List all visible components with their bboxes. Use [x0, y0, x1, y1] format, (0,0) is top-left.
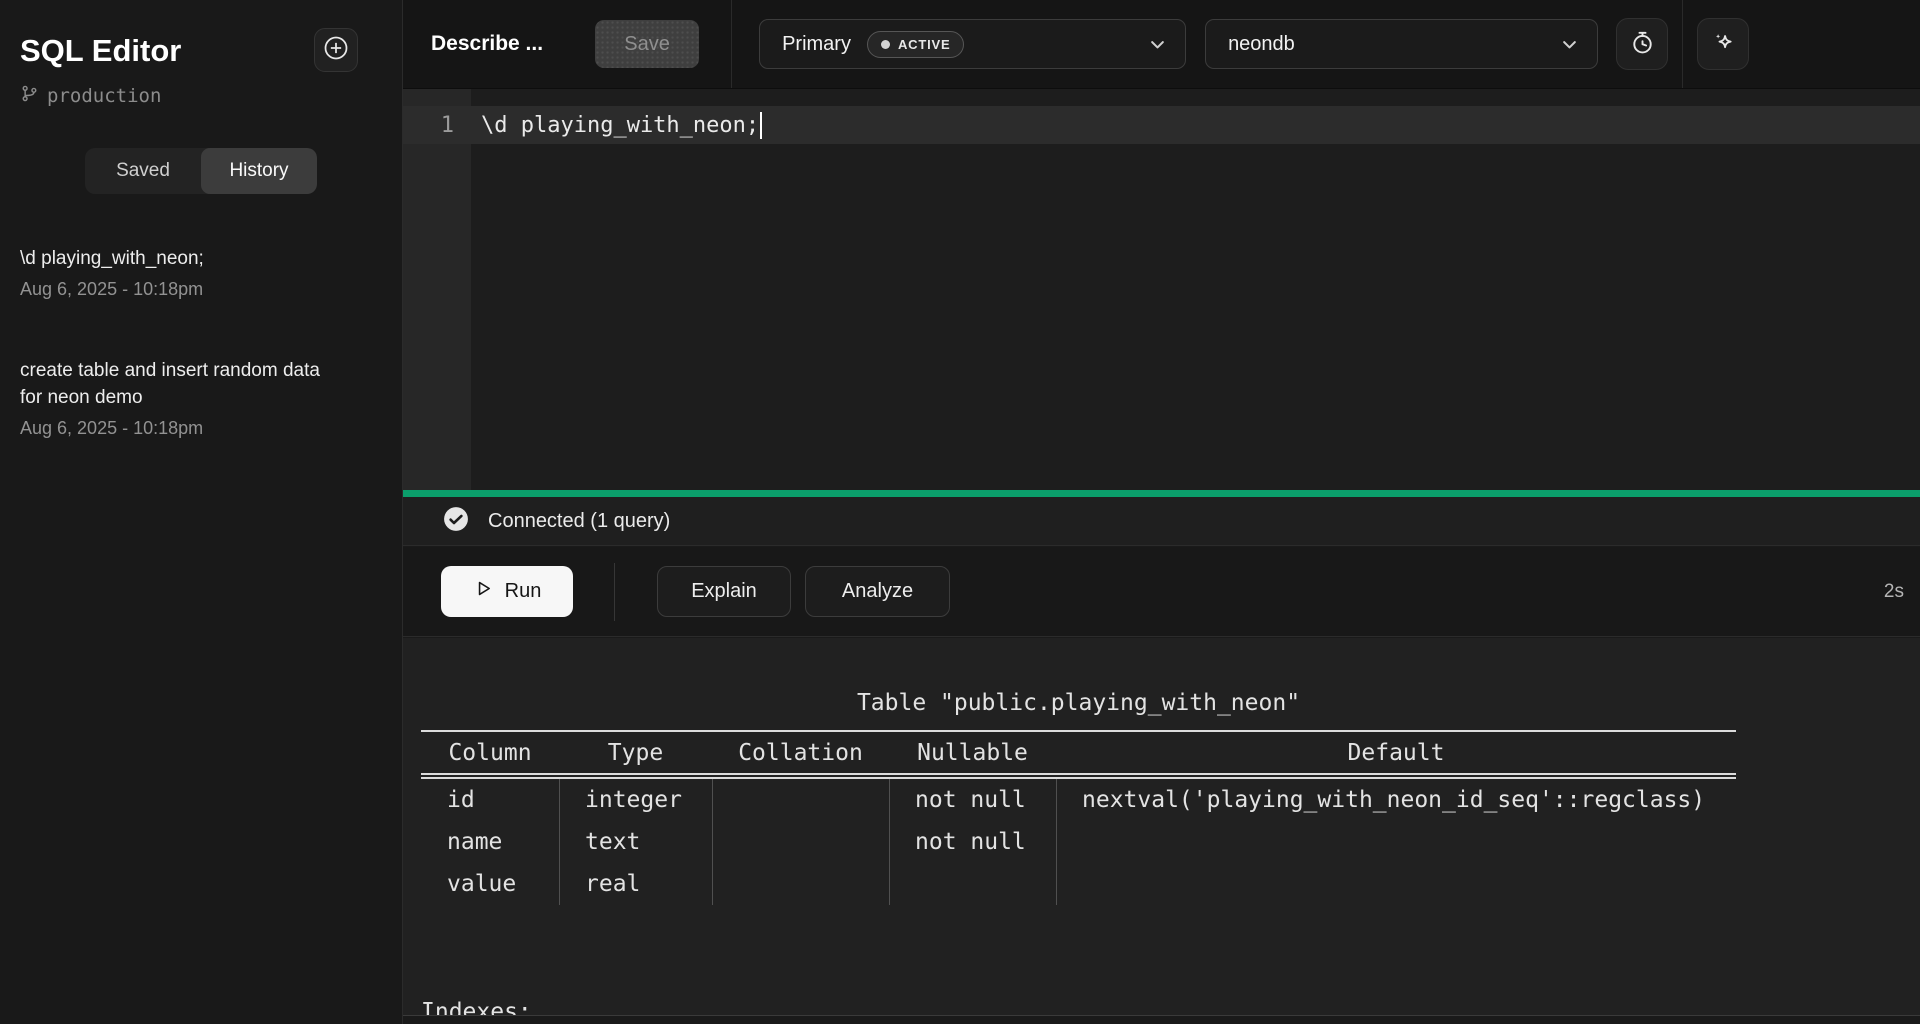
status-dot-icon [881, 40, 890, 49]
connection-status-text: Connected (1 query) [488, 510, 670, 533]
editor-results-divider [403, 490, 1920, 497]
query-title: Describe ... [431, 32, 543, 56]
history-list: \d playing_with_neon; Aug 6, 2025 - 10:1… [20, 245, 382, 440]
check-circle-icon [443, 506, 469, 537]
branch-name: production [47, 85, 161, 107]
result-table-header: Column Type Collation Nullable Default [421, 732, 1736, 773]
main-panel: Describe ... Save Primary ACTIVE neondb [403, 0, 1920, 1024]
cell-type: real [559, 863, 712, 905]
cell-type: text [559, 821, 712, 863]
explain-button[interactable]: Explain [657, 566, 791, 617]
database-selector-value: neondb [1228, 33, 1295, 56]
play-icon [473, 578, 494, 605]
indexes-label: Indexes: [421, 991, 1920, 1016]
cell-column: value [421, 863, 559, 905]
cell-nullable: not null [889, 821, 1056, 863]
result-table-body: id integer not null nextval('playing_wit… [421, 779, 1736, 905]
code-text: \d playing_with_neon; [471, 113, 759, 138]
sparkle-icon [1710, 29, 1737, 59]
stopwatch-icon [1629, 29, 1656, 59]
status-badge: ACTIVE [867, 31, 964, 58]
toolbar-divider [1682, 0, 1683, 88]
query-duration: 2s [1884, 581, 1904, 603]
branch-selector[interactable]: Primary ACTIVE [759, 19, 1186, 69]
query-history-button[interactable] [1616, 18, 1668, 70]
text-cursor [760, 112, 762, 139]
column-header: Type [559, 732, 712, 774]
column-separator [712, 779, 713, 905]
column-header: Nullable [889, 732, 1056, 774]
table-row: value real [421, 863, 1736, 905]
toolbar-divider [731, 0, 732, 88]
plus-circle-icon [322, 34, 350, 67]
sidebar: SQL Editor production Saved History [0, 0, 403, 1024]
save-button[interactable]: Save [595, 20, 699, 68]
table-row: name text not null [421, 821, 1736, 863]
column-separator [559, 779, 560, 905]
cell-type: integer [559, 779, 712, 821]
cell-default: nextval('playing_with_neon_id_seq'::regc… [1056, 779, 1736, 821]
analyze-button[interactable]: Analyze [805, 566, 950, 617]
line-number: 1 [403, 113, 471, 138]
history-item-timestamp: Aug 6, 2025 - 10:18pm [20, 277, 382, 301]
chevron-down-icon [1148, 35, 1167, 54]
history-item-timestamp: Aug 6, 2025 - 10:18pm [20, 416, 382, 440]
history-item-title: \d playing_with_neon; [20, 245, 322, 272]
new-query-button[interactable] [314, 28, 358, 72]
column-header: Column [421, 732, 559, 774]
run-button[interactable]: Run [441, 566, 573, 617]
actions-bar: Run Explain Analyze 2s [403, 547, 1920, 637]
cell-nullable: not null [889, 779, 1056, 821]
editor-active-line[interactable]: 1 \d playing_with_neon; [403, 106, 1920, 144]
history-item[interactable]: \d playing_with_neon; Aug 6, 2025 - 10:1… [20, 245, 382, 301]
connection-status-bar: Connected (1 query) [403, 497, 1920, 546]
history-item-title: create table and insert random data for … [20, 357, 322, 411]
editor-gutter [403, 89, 471, 490]
result-table-title: Table "public.playing_with_neon" [421, 682, 1736, 724]
column-separator [889, 779, 890, 905]
query-results: Table "public.playing_with_neon" Column … [403, 638, 1920, 1016]
psql-output-table: Table "public.playing_with_neon" Column … [421, 682, 1736, 905]
run-button-label: Run [505, 580, 542, 603]
ai-assist-button[interactable] [1697, 18, 1749, 70]
column-separator [1056, 779, 1057, 905]
indexes-section: Indexes: "playing_with_neon_pkey" PRIMAR… [421, 907, 1920, 1016]
column-header: Default [1056, 732, 1736, 774]
branch-indicator: production [20, 84, 402, 108]
code-editor[interactable]: 1 \d playing_with_neon; [403, 89, 1920, 490]
saved-history-toggle: Saved History [85, 148, 317, 194]
branch-selector-value: Primary [782, 33, 851, 56]
table-row: id integer not null nextval('playing_wit… [421, 779, 1736, 821]
git-branch-icon [20, 84, 39, 108]
toolbar: Describe ... Save Primary ACTIVE neondb [403, 0, 1920, 89]
actions-divider [614, 563, 615, 621]
database-selector[interactable]: neondb [1205, 19, 1598, 69]
cell-column: name [421, 821, 559, 863]
sql-editor-app: SQL Editor production Saved History [0, 0, 1920, 1024]
tab-history[interactable]: History [201, 148, 317, 194]
chevron-down-icon [1560, 35, 1579, 54]
cell-column: id [421, 779, 559, 821]
tab-saved[interactable]: Saved [85, 148, 201, 194]
history-item[interactable]: create table and insert random data for … [20, 357, 382, 440]
column-header: Collation [712, 732, 889, 774]
status-badge-label: ACTIVE [898, 37, 950, 52]
